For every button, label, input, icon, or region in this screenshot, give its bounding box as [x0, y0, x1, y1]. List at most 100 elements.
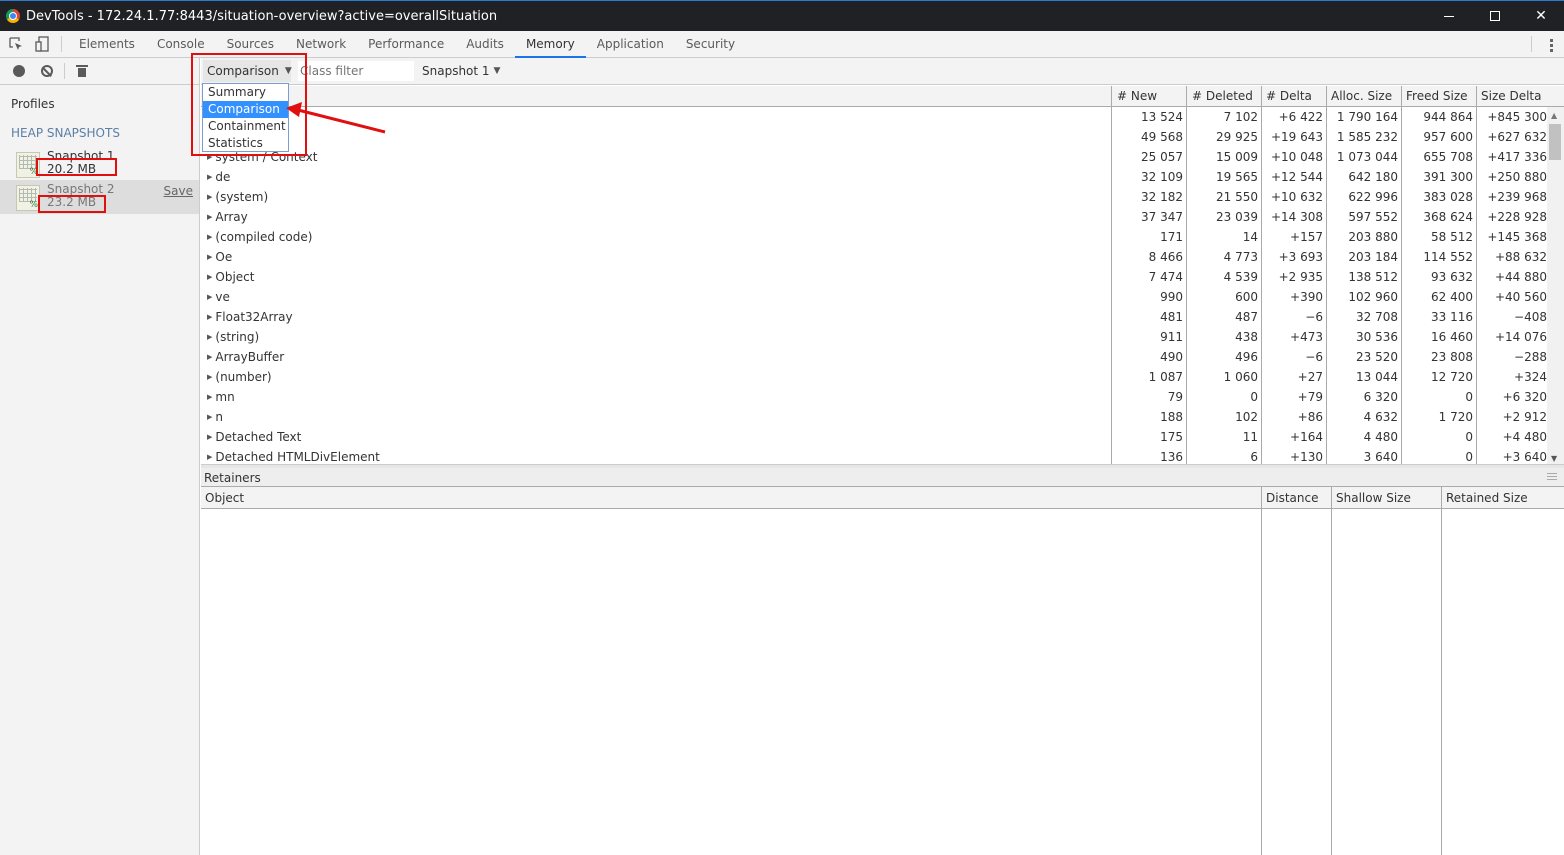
cell-freed: 1 720 — [1438, 410, 1473, 424]
table-row[interactable]: system / Context25 05715 009+10 0481 073… — [201, 147, 1547, 167]
table-row[interactable]: Object 7 474 4 539 +2 935 138 512 93 632 +44 8… — [201, 267, 1547, 287]
column-header-shallow-size[interactable]: Shallow Size — [1336, 491, 1411, 505]
table-row[interactable]: (string) 911 438 +473 30 536 16 460 +14 076 — [201, 327, 1547, 347]
cell-freed: 62 400 — [1431, 290, 1473, 304]
tab-security[interactable]: Security — [675, 31, 746, 57]
table-row[interactable]: Float32Array 481 487 −6 32 708 33 116 −408 — [201, 307, 1547, 327]
more-options-button[interactable] — [1550, 37, 1554, 54]
cell-size-delta: +6 320 — [1502, 390, 1547, 404]
column-header-retained-size[interactable]: Retained Size — [1446, 491, 1528, 505]
cell-new: 136 — [1160, 450, 1183, 464]
cell-new: 175 — [1160, 430, 1183, 444]
menu-icon[interactable] — [1547, 473, 1557, 482]
column-header-object[interactable]: Object — [205, 491, 244, 505]
cell-deleted: 4 773 — [1223, 250, 1258, 264]
cell-alloc: 642 180 — [1348, 170, 1398, 184]
toolbar-divider — [61, 36, 62, 52]
cell-freed: 368 624 — [1423, 210, 1473, 224]
save-snapshot-link[interactable]: Save — [164, 184, 193, 198]
column-header-freed-size[interactable]: Freed Size — [1406, 89, 1468, 103]
table-row[interactable]: (system) 32 182 21 550 +10 632 622 996 383 02… — [201, 187, 1547, 207]
tab-performance[interactable]: Performance — [357, 31, 455, 57]
table-row[interactable]: de 32 109 19 565 +12 544 642 180 391 300 +250 … — [201, 167, 1547, 187]
grid-scrollbar[interactable]: ▲ ▼ — [1547, 107, 1564, 465]
cell-freed: 16 460 — [1431, 330, 1473, 344]
cell-size-delta: +324 — [1514, 370, 1547, 384]
constructor-name: Float32Array — [207, 310, 292, 324]
annotation-box — [38, 195, 106, 213]
cell-deleted: 102 — [1235, 410, 1258, 424]
cell-new: 49 568 — [1141, 130, 1183, 144]
tab-memory[interactable]: Memory — [514, 31, 586, 58]
cell-delta: +79 — [1297, 390, 1323, 404]
tab-elements[interactable]: Elements — [68, 31, 146, 57]
table-row[interactable]: ArrayBuffer 490 496 −6 23 520 23 808 −288 — [201, 347, 1547, 367]
cell-delta: +19 643 — [1270, 130, 1323, 144]
table-row[interactable]: ve 990 600 +390 102 960 62 400 +40 560 — [201, 287, 1547, 307]
scroll-down-icon[interactable]: ▼ — [1551, 454, 1557, 463]
tab-audits[interactable]: Audits — [455, 31, 515, 57]
take-snapshot-button[interactable] — [8, 60, 30, 82]
cell-new: 37 347 — [1141, 210, 1183, 224]
column-header-delta[interactable]: # Delta — [1266, 89, 1312, 103]
heap-snapshot-icon — [16, 185, 40, 211]
cell-freed: 12 720 — [1431, 370, 1473, 384]
constructor-name: Oe — [207, 250, 232, 264]
snapshot-name: Snapshot 2 — [47, 182, 115, 196]
cell-deleted: 600 — [1235, 290, 1258, 304]
cell-freed: 0 — [1465, 450, 1473, 464]
column-header-distance[interactable]: Distance — [1266, 491, 1318, 505]
cell-size-delta: +417 336 — [1487, 150, 1547, 164]
cell-size-delta: +845 300 — [1487, 110, 1547, 124]
clear-profiles-button[interactable] — [36, 60, 58, 82]
window-titlebar: DevTools - 172.24.1.77:8443/situation-ov… — [0, 0, 1564, 31]
table-row[interactable]: Detached Text 175 11 +164 4 480 0 +4 480 — [201, 427, 1547, 447]
table-row[interactable]: Array 37 347 23 039 +14 308 597 552 368 624 +2… — [201, 207, 1547, 227]
cell-new: 7 474 — [1148, 270, 1183, 284]
column-header-new[interactable]: # New — [1117, 89, 1157, 103]
comparison-grid: # New # Deleted # Delta Alloc. Size Free… — [201, 86, 1564, 465]
cell-new: 490 — [1160, 350, 1183, 364]
column-header-size-delta[interactable]: Size Delta — [1481, 89, 1541, 103]
scroll-up-icon[interactable]: ▲ — [1551, 111, 1557, 120]
table-row[interactable]: 13 524 7 102 +6 422 1 790 164 944 864 +845 30… — [201, 107, 1547, 127]
constructor-name: ArrayBuffer — [207, 350, 284, 364]
table-row[interactable]: Oe 8 466 4 773 +3 693 203 184 114 552 +88 632 — [201, 247, 1547, 267]
retainers-grid: Object Distance Shallow Size Retained Si… — [201, 487, 1564, 855]
cell-size-delta: −408 — [1514, 310, 1547, 324]
profiles-heading: Profiles — [11, 97, 55, 111]
cell-delta: +157 — [1290, 230, 1323, 244]
class-filter-input[interactable] — [298, 61, 414, 81]
table-row[interactable]: (compiled code) 171 14 +157 203 880 58 512 +14… — [201, 227, 1547, 247]
base-snapshot-select[interactable]: Snapshot 1 ▼ — [422, 64, 500, 78]
table-row[interactable]: (number) 1 087 1 060 +27 13 044 12 720 +324 — [201, 367, 1547, 387]
column-header-deleted[interactable]: # Deleted — [1192, 89, 1253, 103]
trash-icon — [76, 65, 88, 77]
scrollbar-thumb[interactable] — [1549, 124, 1561, 160]
cell-alloc: 622 996 — [1348, 190, 1398, 204]
inspect-element-button[interactable] — [3, 31, 29, 57]
cell-size-delta: +44 880 — [1494, 270, 1547, 284]
table-row[interactable]: mn 79 0 +79 6 320 0 +6 320 — [201, 387, 1547, 407]
device-toolbar-button[interactable] — [29, 31, 55, 57]
cell-size-delta: +2 912 — [1502, 410, 1547, 424]
table-row[interactable]: n 188 102 +86 4 632 1 720 +2 912 — [201, 407, 1547, 427]
minimize-button[interactable] — [1426, 1, 1472, 31]
constructor-name: (compiled code) — [207, 230, 312, 244]
cell-deleted: 496 — [1235, 350, 1258, 364]
tab-application[interactable]: Application — [586, 31, 675, 57]
maximize-button[interactable] — [1472, 1, 1518, 31]
column-header-alloc-size[interactable]: Alloc. Size — [1331, 89, 1392, 103]
profiles-toolbar — [0, 58, 199, 85]
cell-delta: +473 — [1290, 330, 1323, 344]
cell-delta: +14 308 — [1270, 210, 1323, 224]
collect-garbage-button[interactable] — [71, 60, 93, 82]
cell-size-delta: +627 632 — [1487, 130, 1547, 144]
cell-delta: +27 — [1297, 370, 1323, 384]
column-divider — [1441, 487, 1442, 855]
cell-size-delta: +239 968 — [1487, 190, 1547, 204]
table-row[interactable]: 49 568 29 925 +19 643 1 585 232 957 600 +627 … — [201, 127, 1547, 147]
cell-deleted: 1 060 — [1223, 370, 1258, 384]
cell-alloc: 23 520 — [1356, 350, 1398, 364]
close-button[interactable]: ✕ — [1518, 1, 1564, 31]
